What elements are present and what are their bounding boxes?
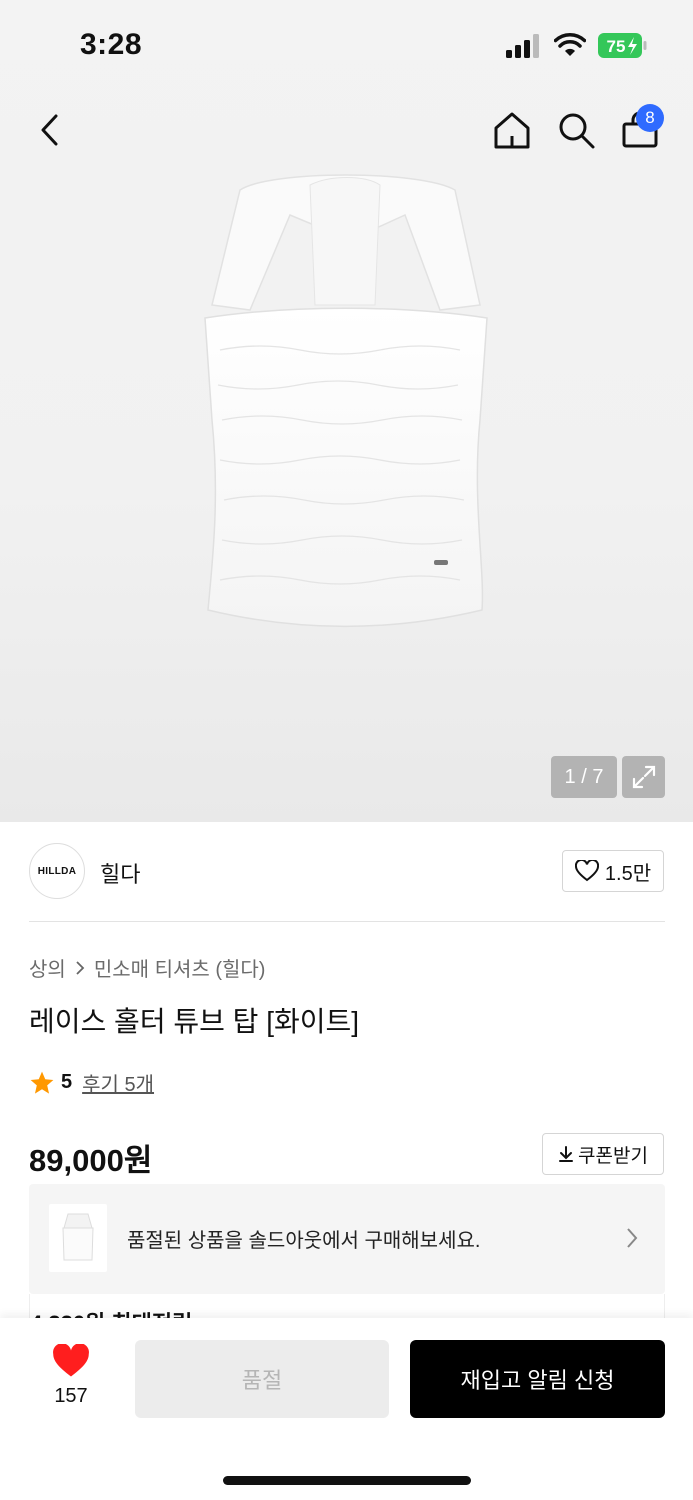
banner-text: 품절된 상품을 솔드아웃에서 구매해보세요.: [127, 1230, 481, 1252]
chevron-left-icon: [41, 114, 58, 146]
get-coupon-button[interactable]: 쿠폰받기: [542, 1133, 664, 1175]
brand-like-count: 1.5만: [604, 862, 652, 885]
top-navigation: [0, 100, 693, 160]
divider: [29, 921, 665, 922]
search-icon: [559, 113, 595, 149]
expand-icon: [632, 765, 655, 789]
heart-filled-icon: [53, 1343, 89, 1377]
reviews-link[interactable]: 후기 5개: [82, 1068, 154, 1097]
image-counter: 1 / 7: [551, 756, 617, 798]
soldout-button: 품절: [135, 1340, 389, 1418]
wishlist-button[interactable]: 157: [46, 1343, 96, 1408]
status-time: 3:28: [80, 28, 143, 61]
banner-product-thumbnail: [49, 1204, 107, 1272]
star-icon: [30, 1071, 54, 1094]
battery-icon: 75: [598, 33, 648, 58]
brand-logo[interactable]: HILLDA: [29, 843, 85, 899]
wifi-icon: [554, 33, 586, 56]
get-coupon-label: 쿠폰받기: [578, 1145, 648, 1167]
heart-outline-icon: [574, 860, 599, 882]
product-title: 레이스 홀터 튜브 탑 [화이트]: [29, 1006, 360, 1037]
back-button[interactable]: [26, 100, 74, 160]
rating-score: 5: [61, 1071, 73, 1093]
expand-image-button[interactable]: [622, 756, 665, 798]
chevron-right-icon: [627, 1228, 638, 1248]
chevron-right-icon: [76, 960, 85, 975]
product-image[interactable]: [190, 170, 500, 640]
breadcrumb: 상의 민소매 티셔츠 (힐다): [29, 953, 265, 982]
cellular-signal-icon: [506, 34, 539, 58]
home-icon: [494, 112, 530, 149]
home-indicator[interactable]: [223, 1476, 471, 1485]
brand-name[interactable]: 힐다: [100, 857, 140, 889]
restock-alert-button[interactable]: 재입고 알림 신청: [410, 1340, 665, 1418]
home-button[interactable]: [488, 100, 536, 160]
battery-level: 75: [607, 37, 626, 56]
bottom-action-bar: 157 품절 재입고 알림 신청: [0, 1318, 693, 1500]
status-bar: 3:28 75: [0, 0, 693, 90]
breadcrumb-category[interactable]: 상의: [29, 953, 66, 982]
breadcrumb-subcategory[interactable]: 민소매 티셔츠 (힐다): [94, 953, 266, 982]
wishlist-count: 157: [54, 1385, 88, 1407]
product-price: 89,000원: [29, 1143, 153, 1178]
cart-count-badge: 8: [636, 104, 664, 132]
search-button[interactable]: [552, 100, 600, 160]
soldout-promo-banner[interactable]: 품절된 상품을 솔드아웃에서 구매해보세요.: [29, 1184, 665, 1294]
product-rating: 5 후기 5개: [29, 1068, 154, 1097]
download-icon: [559, 1146, 574, 1162]
brand-like-button[interactable]: 1.5만: [562, 850, 664, 892]
